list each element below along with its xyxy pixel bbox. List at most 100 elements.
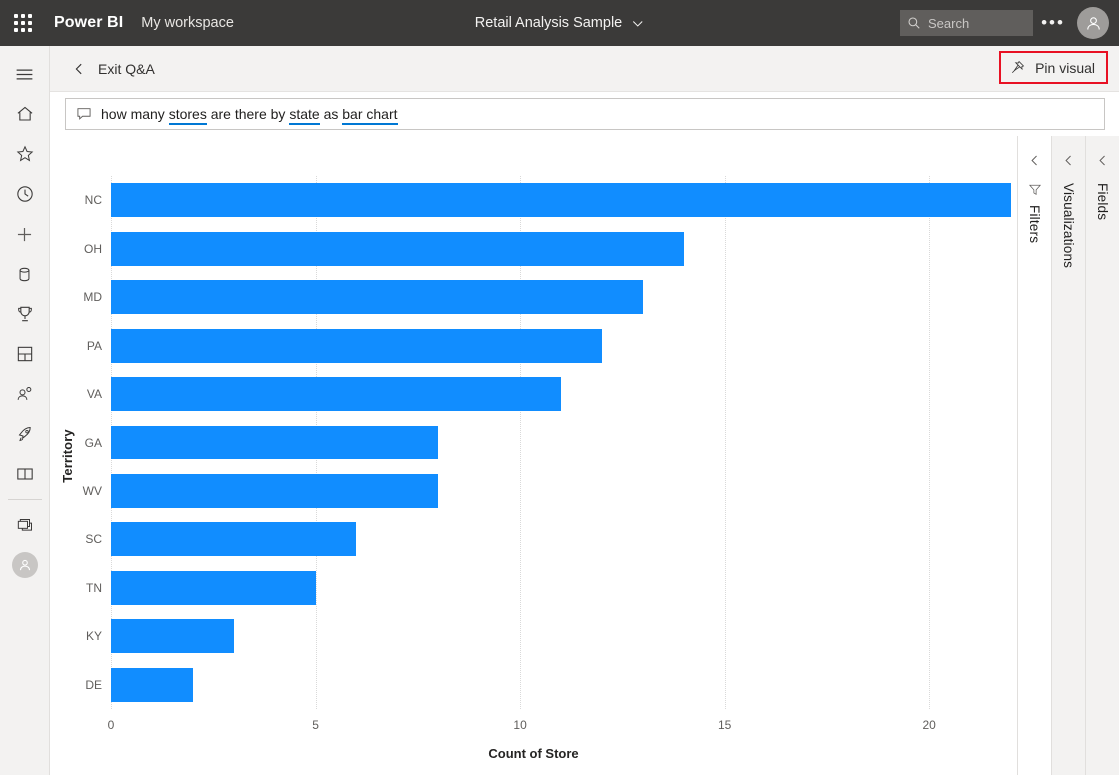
chevron-left-icon[interactable] — [1062, 154, 1075, 167]
panel-label: Filters — [1027, 205, 1042, 243]
y-axis-category-label: WV — [83, 484, 102, 498]
sidebar-item-goals[interactable] — [0, 294, 50, 334]
sidebar-item-learn[interactable] — [0, 454, 50, 494]
chart-bar[interactable] — [111, 571, 316, 605]
avatar[interactable] — [1077, 7, 1109, 39]
qa-query-input[interactable]: how many stores are there by state as ba… — [65, 98, 1105, 130]
search-input[interactable]: Search — [900, 10, 1033, 36]
x-axis-tick-label: 15 — [718, 718, 731, 732]
x-axis-tick-label: 0 — [108, 718, 115, 732]
clock-icon — [15, 184, 35, 204]
chart-bar[interactable] — [111, 183, 1011, 217]
sidebar-item-apps[interactable] — [0, 334, 50, 374]
panel-visualizations[interactable]: Visualizations — [1051, 136, 1085, 775]
speech-bubble-icon — [76, 106, 92, 122]
qa-term[interactable]: bar chart — [342, 106, 397, 125]
qa-plain-text: how many — [101, 106, 169, 122]
y-axis-category-label: PA — [87, 339, 102, 353]
chevron-left-icon[interactable] — [1096, 154, 1109, 167]
sidebar-item-favorites[interactable] — [0, 134, 50, 174]
powerbi-brand[interactable]: Power BI — [54, 14, 123, 32]
sidebar-item-datasets[interactable] — [0, 254, 50, 294]
y-axis-title: Territory — [60, 429, 75, 482]
chevron-left-icon[interactable] — [1028, 154, 1041, 167]
plus-icon — [14, 224, 35, 245]
book-icon — [15, 464, 35, 484]
workspace-link[interactable]: My workspace — [141, 15, 234, 31]
more-options-button[interactable]: ••• — [1033, 0, 1073, 46]
qa-plain-text: as — [320, 106, 343, 122]
qa-query-bar-region: how many stores are there by state as ba… — [50, 92, 1119, 136]
qa-term[interactable]: state — [289, 106, 319, 125]
panel-label: Visualizations — [1061, 183, 1076, 268]
database-icon — [15, 265, 34, 284]
sidebar-item-shared-with-me[interactable] — [0, 374, 50, 414]
sidebar-item-home[interactable] — [0, 94, 50, 134]
qa-term[interactable]: stores — [169, 106, 207, 125]
qa-subheader: Exit Q&A Pin visual — [50, 46, 1119, 92]
chart-bar[interactable] — [111, 619, 234, 653]
x-axis-tick-label: 5 — [312, 718, 319, 732]
home-icon — [15, 104, 35, 124]
panel-label: Fields — [1095, 183, 1110, 220]
user-avatar-icon — [12, 552, 38, 578]
left-navigation-rail — [0, 46, 50, 775]
star-icon — [15, 144, 35, 164]
qa-result-canvas: Territory 05101520NCOHMDPAVAGAWVSCTNKYDE… — [50, 136, 1017, 775]
pin-visual-label: Pin visual — [1035, 60, 1095, 76]
sidebar-item-my-workspace[interactable] — [0, 545, 50, 585]
chart-bar[interactable] — [111, 522, 356, 556]
y-axis-category-label: OH — [84, 242, 102, 256]
chart-bar[interactable] — [111, 377, 561, 411]
power-bi-qa-screen: Power BI My workspace Retail Analysis Sa… — [0, 0, 1119, 775]
sidebar-item-workspaces[interactable] — [0, 505, 50, 545]
hamburger-icon[interactable] — [0, 54, 50, 94]
search-placeholder: Search — [928, 16, 969, 31]
apps-grid-icon — [15, 344, 35, 364]
bar-chart-visual[interactable]: Territory 05101520NCOHMDPAVAGAWVSCTNKYDE… — [50, 136, 1017, 775]
chart-bar[interactable] — [111, 668, 193, 702]
panel-filters[interactable]: Filters — [1017, 136, 1051, 775]
chart-bar[interactable] — [111, 426, 438, 460]
report-title-dropdown[interactable]: Retail Analysis Sample — [475, 15, 645, 31]
filter-funnel-icon — [1028, 183, 1042, 197]
x-axis-title: Count of Store — [488, 746, 578, 761]
x-axis-tick-label: 20 — [922, 718, 935, 732]
y-axis-category-label: TN — [86, 581, 102, 595]
x-axis-tick-label: 10 — [513, 718, 526, 732]
people-icon — [15, 384, 35, 404]
y-axis-category-label: SC — [85, 532, 102, 546]
chart-bar[interactable] — [111, 474, 438, 508]
chevron-down-icon — [631, 17, 644, 30]
rail-divider — [8, 499, 42, 500]
qa-query-text: how many stores are there by state as ba… — [101, 106, 398, 122]
chart-bar[interactable] — [111, 280, 643, 314]
chevron-left-icon — [72, 62, 86, 76]
pin-visual-button[interactable]: Pin visual — [999, 51, 1108, 84]
chart-gridline — [725, 176, 726, 709]
chart-gridline — [929, 176, 930, 709]
top-header-bar: Power BI My workspace Retail Analysis Sa… — [0, 0, 1119, 46]
exit-qa-label: Exit Q&A — [98, 61, 155, 77]
exit-qa-button[interactable]: Exit Q&A — [72, 61, 155, 77]
search-icon — [907, 16, 921, 30]
sidebar-item-create[interactable] — [0, 214, 50, 254]
panel-fields[interactable]: Fields — [1085, 136, 1119, 775]
pin-icon — [1009, 59, 1026, 76]
y-axis-category-label: DE — [85, 678, 102, 692]
y-axis-category-label: GA — [85, 436, 102, 450]
qa-plain-text: are there by — [207, 106, 290, 122]
page-title: Retail Analysis Sample — [475, 15, 623, 31]
y-axis-category-label: MD — [83, 290, 102, 304]
right-side-panels: Filters Visualizations Fields — [1017, 136, 1119, 775]
y-axis-category-label: VA — [87, 387, 102, 401]
app-launcher-icon[interactable] — [0, 0, 46, 46]
sidebar-item-recent[interactable] — [0, 174, 50, 214]
chart-bar[interactable] — [111, 329, 602, 363]
y-axis-category-label: KY — [86, 629, 102, 643]
chart-bar[interactable] — [111, 232, 684, 266]
chart-plot-area: 05101520NCOHMDPAVAGAWVSCTNKYDE — [111, 176, 1011, 709]
header-actions: Search ••• — [900, 0, 1119, 46]
sidebar-item-deployment-pipelines[interactable] — [0, 414, 50, 454]
trophy-icon — [15, 304, 35, 324]
